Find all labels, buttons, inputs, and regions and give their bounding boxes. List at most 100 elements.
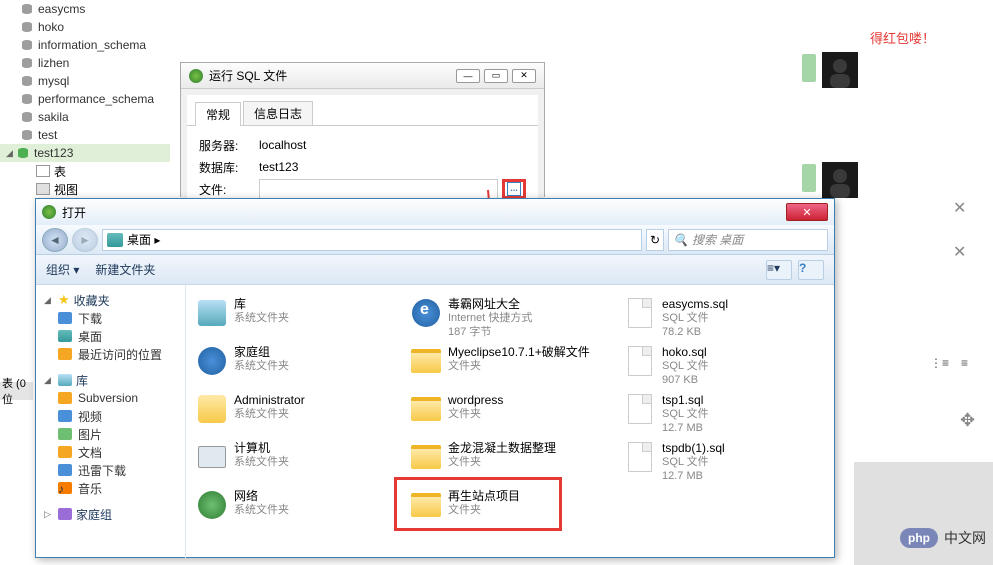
db-item[interactable]: hoko [0,18,170,36]
file-item[interactable]: tsp1.sql SQL 文件 12.7 MB [622,391,826,435]
favorites-group[interactable]: ◢★收藏夹 [44,291,177,309]
file-item[interactable]: 毒霸网址大全 Internet 快捷方式 187 字节 [408,295,612,339]
file-item[interactable]: Administrator 系统文件夹 [194,391,398,435]
file-name: 家庭组 [234,345,289,359]
db-item[interactable]: test [0,126,170,144]
file-size: 78.2 KB [662,325,728,339]
fav-pictures[interactable]: 图片 [44,425,177,443]
homegroup-group[interactable]: ▷家庭组 [44,505,177,523]
browse-button[interactable]: ... [502,179,526,199]
app-icon [42,205,56,219]
file-meta: 系统文件夹 [234,359,289,373]
file-item[interactable]: wordpress 文件夹 [408,391,612,435]
file-item[interactable]: 计算机 系统文件夹 [194,439,398,483]
fav-desktop[interactable]: 桌面 [44,327,177,345]
sql-title-text: 运行 SQL 文件 [209,67,287,84]
organize-menu[interactable]: 组织 ▾ [46,261,79,278]
close-button[interactable]: ✕ [786,203,828,221]
library-icon [58,374,72,386]
fav-music[interactable]: ♪音乐 [44,479,177,497]
view-button[interactable]: ≡▾ [766,260,792,280]
file-name: wordpress [448,393,503,407]
user-icon [196,393,228,425]
drag-icon[interactable]: ✥ [960,410,975,431]
file-item[interactable]: hoko.sql SQL 文件 907 KB [622,343,826,387]
tab-general[interactable]: 常规 [195,102,241,126]
db-item[interactable]: lizhen [0,54,170,72]
db-item-selected[interactable]: ◢test123 [0,144,170,162]
back-button[interactable]: ◄ [42,228,68,252]
status-bar: 表 (0 位 [0,382,33,400]
file-item[interactable]: tspdb(1).sql SQL 文件 12.7 MB [622,439,826,483]
db-item[interactable]: easycms [0,0,170,18]
file-item[interactable] [622,487,826,531]
file-meta: SQL 文件 [662,311,728,325]
file-item[interactable]: 网络 系统文件夹 [194,487,398,531]
fav-subversion[interactable]: Subversion [44,389,177,407]
sql-dialog: 运行 SQL 文件 — ▭ ✕ 常规 信息日志 服务器:localhost 数据… [180,62,545,197]
fav-video[interactable]: 视频 [44,407,177,425]
xunlei-icon [58,464,72,476]
file-size: 907 KB [662,373,709,387]
file-item[interactable]: Myeclipse10.7.1+破解文件 文件夹 [408,343,612,387]
net-icon [196,489,228,521]
file-meta: SQL 文件 [662,455,725,469]
folder-icon [410,393,442,425]
fav-downloads[interactable]: 下载 [44,309,177,327]
music-icon: ♪ [58,482,72,494]
file-meta: 系统文件夹 [234,455,289,469]
avatar[interactable] [822,52,858,88]
fav-xunlei[interactable]: 迅雷下载 [44,461,177,479]
db-value: test123 [259,160,526,174]
newfolder-button[interactable]: 新建文件夹 [95,261,155,278]
sql-titlebar[interactable]: 运行 SQL 文件 — ▭ ✕ [181,63,544,89]
list-icon[interactable]: ⋮≡ [930,356,949,370]
file-meta: 文件夹 [448,359,590,373]
file-item[interactable]: easycms.sql SQL 文件 78.2 KB [622,295,826,339]
tree-tables[interactable]: 表 [0,162,170,180]
favorites-panel: ◢★收藏夹 下载 桌面 最近访问的位置 ◢库 Subversion 视频 图片 … [36,285,186,558]
file-item[interactable]: 家庭组 系统文件夹 [194,343,398,387]
fav-recent[interactable]: 最近访问的位置 [44,345,177,363]
tree-views[interactable]: 视图 [0,180,170,198]
db-item[interactable]: information_schema [0,36,170,54]
file-meta: 文件夹 [448,455,556,469]
doc-icon [624,345,656,377]
side-tab[interactable] [802,54,816,82]
side-tab[interactable] [802,164,816,192]
file-meta: 系统文件夹 [234,311,289,325]
file-size: 12.7 MB [662,469,725,483]
file-item[interactable]: 库 系统文件夹 [194,295,398,339]
libraries-group[interactable]: ◢库 [44,371,177,389]
collapse-icon[interactable]: ◢ [6,148,16,159]
breadcrumb[interactable]: 桌面 ▸ [102,229,642,251]
fav-documents[interactable]: 文档 [44,443,177,461]
minimize-button[interactable]: — [456,69,480,83]
open-titlebar[interactable]: 打开 ✕ [36,199,834,225]
avatar[interactable] [822,162,858,198]
file-input[interactable] [259,179,498,199]
maximize-button[interactable]: ▭ [484,69,508,83]
help-button[interactable]: ? [798,260,824,280]
open-title-text: 打开 [62,204,86,221]
close-icon[interactable]: ✕ [953,198,966,218]
tab-log[interactable]: 信息日志 [243,101,313,125]
toolbar-icons: ⋮≡ ≡ [930,356,968,370]
app-icon [189,69,203,83]
file-name: tspdb(1).sql [662,441,725,455]
db-item[interactable]: mysql [0,72,170,90]
db-item[interactable]: sakila [0,108,170,126]
refresh-button[interactable]: ↻ [646,229,664,251]
download-icon [58,312,72,324]
lib-icon [196,297,228,329]
forward-button[interactable]: ► [72,228,98,252]
grp-icon [196,345,228,377]
close-button[interactable]: ✕ [512,69,536,83]
bullet-icon[interactable]: ≡ [961,356,968,370]
file-label: 文件: [199,181,259,198]
close-icon[interactable]: ✕ [953,242,966,262]
db-item[interactable]: performance_schema [0,90,170,108]
search-input[interactable]: 🔍 搜索 桌面 [668,229,828,251]
php-logo[interactable]: php 中文网 [900,528,986,548]
ie-icon [410,297,442,329]
